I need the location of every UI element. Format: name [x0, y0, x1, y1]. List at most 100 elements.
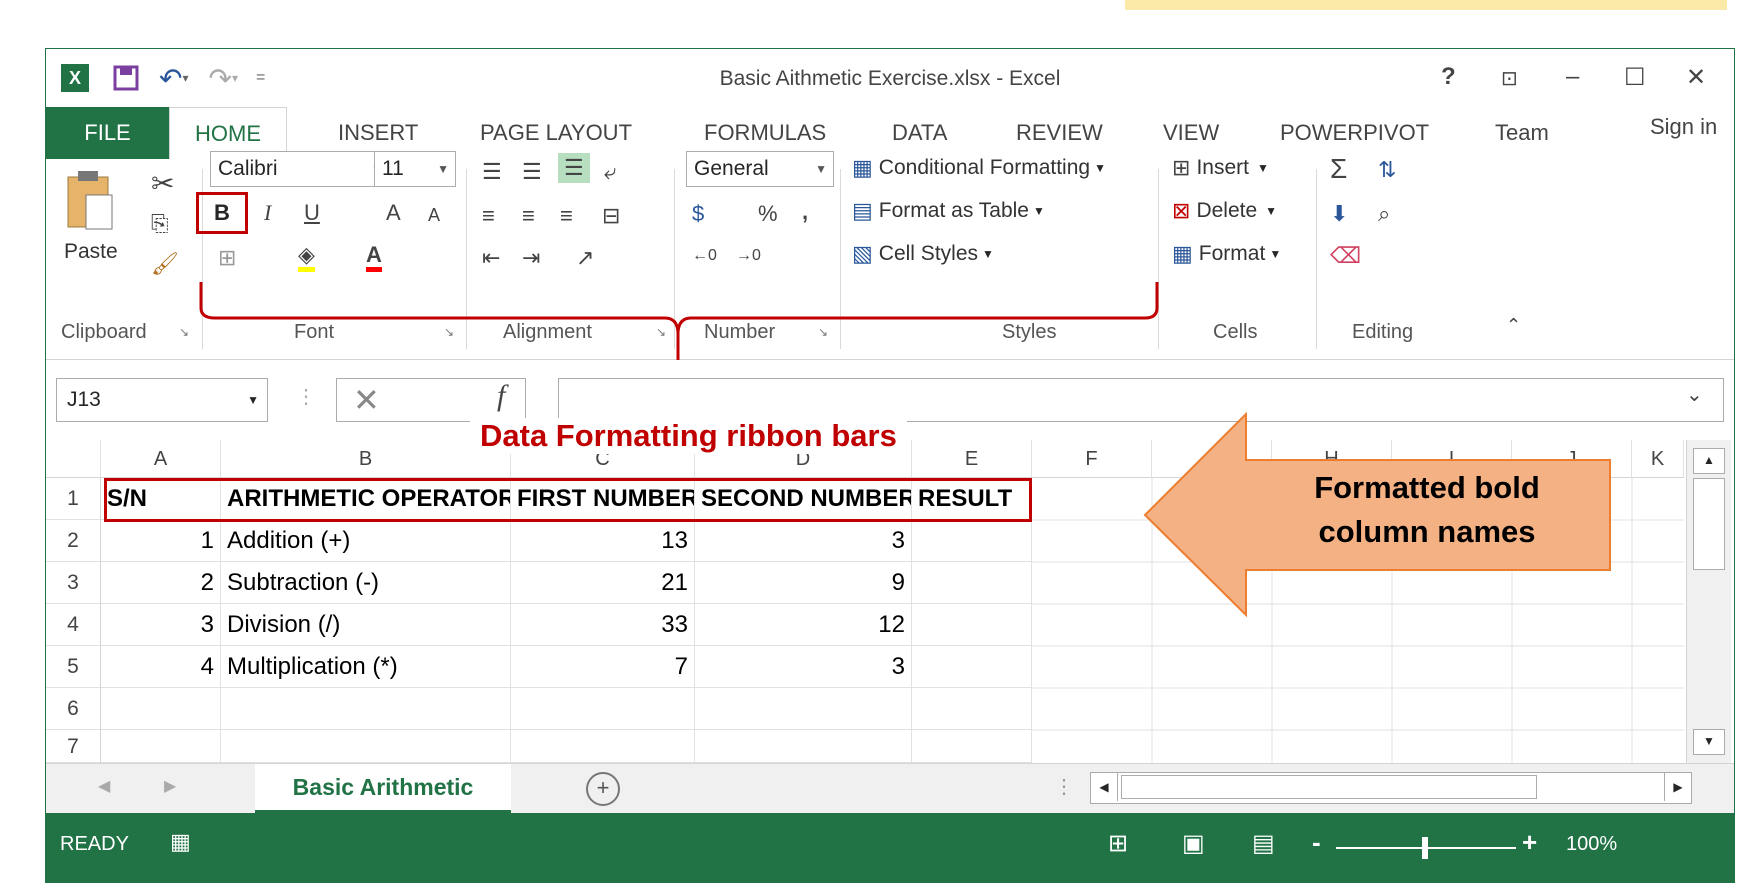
select-all-corner[interactable] — [46, 440, 101, 478]
vertical-scrollbar[interactable]: ▲ ▼ — [1686, 440, 1731, 763]
conditional-formatting-button[interactable]: ▦ Conditional Formatting ▼ — [852, 155, 1106, 181]
font-name-combo[interactable]: Calibri▼ — [210, 151, 390, 187]
close-button[interactable]: ✕ — [1686, 63, 1706, 92]
cell-a2[interactable]: 1 — [101, 520, 221, 562]
cell-c5[interactable]: 7 — [511, 646, 695, 688]
cell-d7[interactable] — [695, 730, 912, 763]
row-header[interactable]: 5 — [46, 646, 101, 688]
align-center-icon[interactable]: ≡ — [522, 203, 535, 229]
format-painter-icon[interactable]: 🖌 — [151, 251, 179, 277]
new-sheet-button[interactable]: + — [586, 772, 620, 806]
cell-a4[interactable]: 3 — [101, 604, 221, 646]
cell-c7[interactable] — [511, 730, 695, 763]
clear-icon[interactable]: ⌫ — [1330, 243, 1361, 269]
horizontal-scroll-thumb[interactable] — [1121, 775, 1537, 799]
decrease-indent-icon[interactable]: ⇤ — [482, 245, 500, 271]
bottom-align-icon[interactable]: ☰ — [558, 153, 590, 183]
tab-view[interactable]: VIEW — [1163, 107, 1219, 159]
column-header-e[interactable]: E — [912, 440, 1032, 478]
cell-b5[interactable]: Multiplication (*) — [221, 646, 511, 688]
cancel-entry-button[interactable]: ✕ — [353, 381, 380, 419]
wrap-text-icon[interactable]: ⤶ — [604, 159, 616, 185]
cell-styles-button[interactable]: ▧ Cell Styles ▼ — [852, 241, 994, 267]
accounting-format-icon[interactable]: $ — [692, 201, 704, 227]
cell-e7[interactable] — [912, 730, 1032, 763]
clipboard-launcher-icon[interactable]: ↘ — [179, 325, 189, 339]
column-header-a[interactable]: A — [101, 440, 221, 478]
cell-a5[interactable]: 4 — [101, 646, 221, 688]
tab-file[interactable]: FILE — [46, 107, 169, 159]
cell-a7[interactable] — [101, 730, 221, 763]
next-sheet-icon[interactable]: ▶ — [164, 776, 176, 796]
cell-b4[interactable]: Division (/) — [221, 604, 511, 646]
fill-color-icon[interactable]: ◈ — [298, 243, 315, 272]
zoom-in-button[interactable]: + — [1522, 827, 1537, 858]
collapse-ribbon-icon[interactable]: ⌃ — [1506, 315, 1521, 336]
autosum-button[interactable]: Σ — [1330, 153, 1347, 185]
orientation-icon[interactable]: ↗ — [576, 245, 594, 271]
tab-review[interactable]: REVIEW — [1016, 107, 1103, 159]
tab-data[interactable]: DATA — [892, 107, 947, 159]
ribbon-display-options-icon[interactable]: ⊡ — [1501, 66, 1518, 91]
page-layout-view-icon[interactable]: ▣ — [1182, 829, 1205, 858]
percent-style-button[interactable]: % — [758, 201, 778, 227]
cell-c4[interactable]: 33 — [511, 604, 695, 646]
top-align-icon[interactable]: ☰ — [482, 159, 502, 185]
scroll-thumb[interactable] — [1693, 478, 1725, 570]
sheet-tab-basic-arithmetic[interactable]: Basic Arithmetic — [255, 764, 511, 813]
shrink-font-button[interactable]: A — [428, 205, 440, 226]
cut-icon[interactable]: ✂ — [151, 167, 174, 200]
cell-b6[interactable] — [221, 688, 511, 730]
zoom-level[interactable]: 100% — [1566, 833, 1617, 856]
sort-filter-icon[interactable]: ⇅ — [1378, 157, 1396, 183]
font-size-combo[interactable]: 11 ▼ — [374, 151, 456, 187]
cell-d4[interactable]: 12 — [695, 604, 912, 646]
tab-page-layout[interactable]: PAGE LAYOUT — [480, 107, 632, 159]
normal-view-icon[interactable]: ⊞ — [1108, 829, 1128, 858]
format-as-table-button[interactable]: ▤ Format as Table ▼ — [852, 198, 1045, 224]
help-button[interactable]: ? — [1441, 63, 1456, 91]
cell-d2[interactable]: 3 — [695, 520, 912, 562]
macro-record-icon[interactable]: ▦ — [170, 829, 191, 855]
borders-icon[interactable]: ⊞ — [218, 245, 236, 271]
cell-b3[interactable]: Subtraction (-) — [221, 562, 511, 604]
cell-c6[interactable] — [511, 688, 695, 730]
scroll-left-arrow[interactable]: ◀ — [1091, 773, 1118, 801]
column-header-k[interactable]: K — [1632, 440, 1684, 478]
align-right-icon[interactable]: ≡ — [560, 203, 573, 229]
comma-style-button[interactable]: , — [802, 199, 808, 225]
column-header-b[interactable]: B — [221, 440, 511, 478]
minimize-button[interactable]: – — [1566, 63, 1579, 91]
row-header[interactable]: 3 — [46, 562, 101, 604]
column-header-f[interactable]: F — [1032, 440, 1152, 478]
name-box[interactable]: J13 ▼ — [56, 378, 268, 422]
align-left-icon[interactable]: ≡ — [482, 203, 495, 229]
cell-e4[interactable] — [912, 604, 1032, 646]
insert-function-button[interactable]: f — [497, 379, 505, 413]
tab-team[interactable]: Team — [1495, 107, 1549, 159]
decrease-decimal-icon[interactable]: →0 — [736, 247, 761, 265]
row-header[interactable]: 6 — [46, 688, 101, 730]
page-break-preview-icon[interactable]: ▤ — [1252, 829, 1275, 858]
underline-button[interactable]: U — [304, 200, 320, 226]
cell-c3[interactable]: 21 — [511, 562, 695, 604]
cell-a6[interactable] — [101, 688, 221, 730]
row-header[interactable]: 4 — [46, 604, 101, 646]
cell-c2[interactable]: 13 — [511, 520, 695, 562]
previous-sheet-icon[interactable]: ◀ — [98, 776, 110, 796]
merge-center-icon[interactable]: ⊟ — [602, 203, 620, 229]
delete-cells-button[interactable]: ⊠ Delete ▼ — [1172, 198, 1277, 224]
tab-split-handle-icon[interactable]: ⋮ — [1054, 774, 1074, 799]
scroll-up-arrow[interactable]: ▲ — [1693, 448, 1725, 474]
tab-powerpivot[interactable]: POWERPIVOT — [1280, 107, 1429, 159]
cell-e2[interactable] — [912, 520, 1032, 562]
cell-e5[interactable] — [912, 646, 1032, 688]
cell-d5[interactable]: 3 — [695, 646, 912, 688]
sign-in-link[interactable]: Sign in — [1650, 101, 1717, 153]
cell-a3[interactable]: 2 — [101, 562, 221, 604]
increase-indent-icon[interactable]: ⇥ — [522, 245, 540, 271]
cell-b7[interactable] — [221, 730, 511, 763]
cell-e3[interactable] — [912, 562, 1032, 604]
zoom-out-button[interactable]: - — [1312, 827, 1321, 858]
find-select-icon[interactable]: ⌕ — [1378, 201, 1390, 227]
